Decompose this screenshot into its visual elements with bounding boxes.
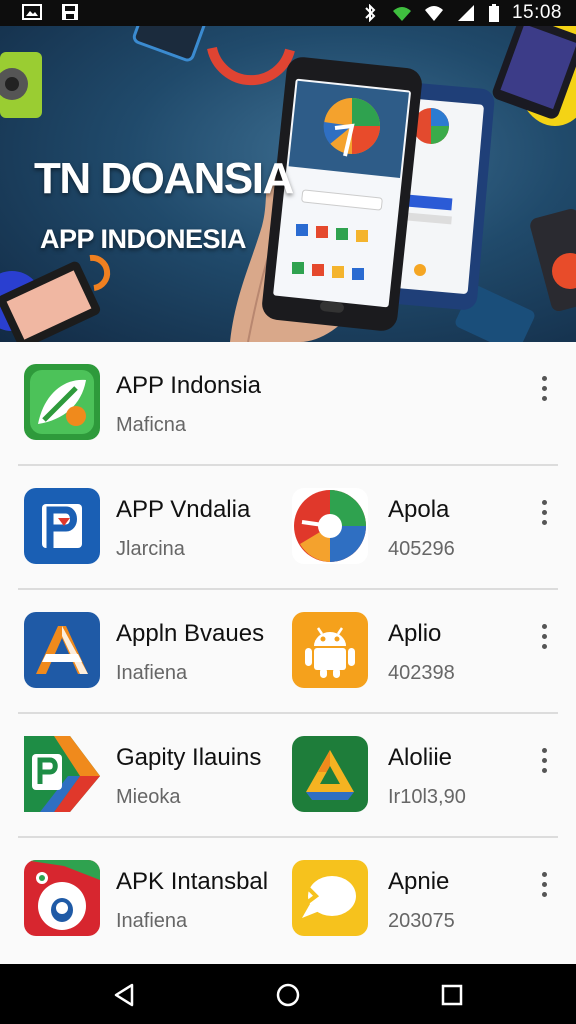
status-bar: 15:08 bbox=[0, 0, 576, 26]
signal-icon bbox=[457, 5, 474, 21]
app-subtitle: Maficna bbox=[116, 414, 187, 436]
back-triangle-icon bbox=[114, 983, 134, 1007]
app-list: APP Indonsia Maficna APP Vndalia Jlarcin… bbox=[0, 342, 576, 964]
app-subtitle: 203075 bbox=[388, 910, 455, 932]
back-button[interactable] bbox=[110, 980, 140, 1010]
app-subtitle: 405296 bbox=[388, 538, 455, 560]
home-button[interactable] bbox=[273, 980, 303, 1010]
app-item[interactable]: Aloliie Ir10l3,90 bbox=[0, 714, 520, 838]
wifi-icon bbox=[424, 6, 443, 21]
app-item[interactable]: APP Indonsia Maficna bbox=[0, 342, 520, 466]
more-options-icon[interactable] bbox=[536, 376, 552, 406]
home-circle-icon bbox=[276, 983, 300, 1007]
list-row: Gapity Ilauins Mieoka Aloliie Ir10l3,90 bbox=[0, 714, 576, 838]
more-options-icon[interactable] bbox=[536, 748, 552, 778]
promo-banner[interactable]: TN DOANSIA APP INDONESIA bbox=[0, 26, 576, 342]
banner-title: TN DOANSIA bbox=[34, 154, 294, 203]
list-row: APP Vndalia Jlarcina Apola 405296 bbox=[0, 466, 576, 590]
app-subtitle: 402398 bbox=[388, 662, 455, 684]
save-notification-icon bbox=[62, 4, 78, 20]
more-options-icon[interactable] bbox=[536, 624, 552, 654]
recents-button[interactable] bbox=[437, 980, 467, 1010]
image-notification-icon bbox=[22, 4, 42, 20]
app-name: APP Indonsia bbox=[116, 372, 261, 399]
navigation-bar bbox=[0, 964, 576, 1024]
banner-subtitle: APP INDONESIA bbox=[40, 224, 247, 254]
app-name: Apnie bbox=[388, 868, 450, 895]
leaf-check-icon bbox=[24, 364, 100, 440]
app-item[interactable]: Aplio 402398 bbox=[0, 590, 520, 714]
chat-bubble-icon bbox=[292, 860, 368, 936]
battery-icon bbox=[488, 4, 499, 22]
more-options-icon[interactable] bbox=[536, 500, 552, 530]
app-subtitle: Ir10l3,90 bbox=[388, 786, 466, 808]
android-icon bbox=[292, 612, 368, 688]
app-item[interactable]: Apnie 203075 bbox=[0, 838, 520, 962]
triangle-drive-icon bbox=[292, 736, 368, 812]
recents-square-icon bbox=[441, 984, 463, 1006]
list-row: APK Intansbal Inafiena Apnie 203075 bbox=[0, 838, 576, 962]
bluetooth-icon bbox=[365, 4, 376, 22]
app-name: Aloliie bbox=[388, 744, 453, 771]
app-name: Aplio bbox=[388, 620, 442, 647]
app-name: Apola bbox=[388, 496, 450, 523]
wifi-green-icon bbox=[392, 7, 411, 21]
pie-wheel-icon bbox=[292, 488, 368, 564]
list-row: APP Indonsia Maficna bbox=[0, 342, 576, 466]
clock: 15:08 bbox=[511, 2, 562, 23]
list-row: Appln Bvaues Inafiena Aplio 402398 bbox=[0, 590, 576, 714]
more-options-icon[interactable] bbox=[536, 872, 552, 902]
app-item[interactable]: Apola 405296 bbox=[0, 466, 520, 590]
